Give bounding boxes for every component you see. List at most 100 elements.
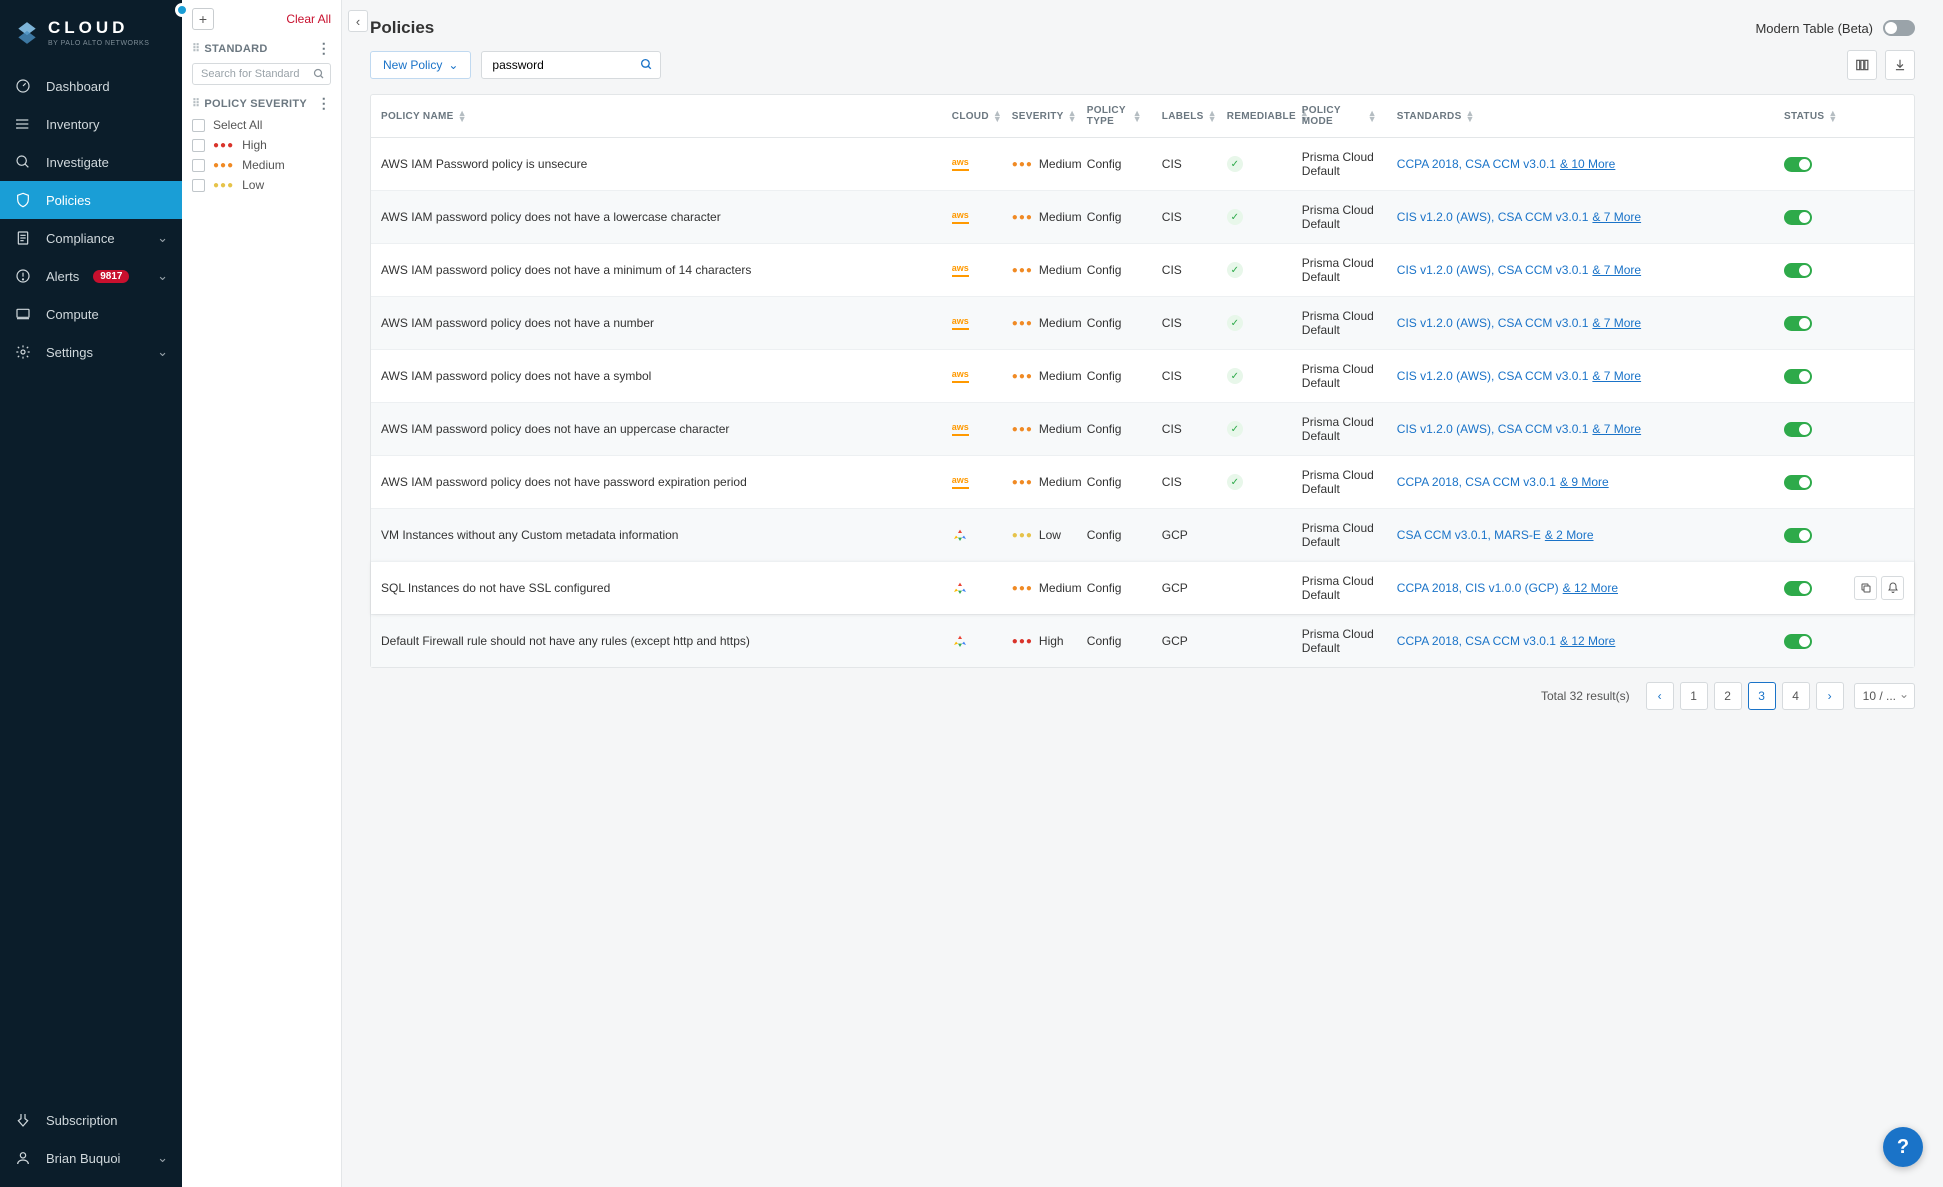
panel-collapse-button[interactable]: ‹ xyxy=(348,10,368,32)
nav-item-investigate[interactable]: Investigate xyxy=(0,143,182,181)
nav-item-subscription[interactable]: Subscription xyxy=(0,1101,182,1139)
modern-table-toggle[interactable] xyxy=(1883,20,1915,36)
status-toggle[interactable] xyxy=(1784,210,1812,225)
nav-item-dashboard[interactable]: Dashboard xyxy=(0,67,182,105)
nav-label: Compliance xyxy=(46,231,115,246)
table-row[interactable]: AWS IAM password policy does not have pa… xyxy=(371,455,1914,508)
search-input[interactable] xyxy=(481,51,661,79)
nav-item-compliance[interactable]: Compliance⌄ xyxy=(0,219,182,257)
help-button[interactable]: ? xyxy=(1883,1127,1923,1167)
nav-item-compute[interactable]: Compute xyxy=(0,295,182,333)
user-icon xyxy=(14,1149,32,1167)
standard-search-input[interactable] xyxy=(192,63,331,85)
col-remediable[interactable]: REMEDIABLE▲▼ xyxy=(1217,105,1292,127)
standard-menu-icon[interactable]: ⋮ xyxy=(317,40,331,57)
col-policy-type[interactable]: POLICY TYPE▲▼ xyxy=(1077,105,1152,127)
cell-status xyxy=(1774,422,1844,437)
more-standards-link[interactable]: & 7 More xyxy=(1592,210,1641,224)
more-standards-link[interactable]: & 7 More xyxy=(1592,422,1641,436)
more-standards-link[interactable]: & 12 More xyxy=(1563,581,1618,595)
cell-name: AWS IAM password policy does not have pa… xyxy=(371,475,942,489)
page-button-4[interactable]: 4 xyxy=(1782,682,1810,710)
cell-mode: Prisma Cloud Default xyxy=(1292,627,1387,655)
severity-check-low[interactable]: ●●●Low xyxy=(192,178,331,192)
page-size-select[interactable]: 10 / ... xyxy=(1854,683,1915,709)
table-row[interactable]: AWS IAM password policy does not have a … xyxy=(371,243,1914,296)
table-row[interactable]: Default Firewall rule should not have an… xyxy=(371,614,1914,667)
add-filter-button[interactable]: + xyxy=(192,8,214,30)
search-icon[interactable] xyxy=(640,58,653,74)
severity-dots-icon: ●●● xyxy=(1012,424,1033,435)
col-severity[interactable]: SEVERITY▲▼ xyxy=(1002,105,1077,127)
status-toggle[interactable] xyxy=(1784,422,1812,437)
severity-menu-icon[interactable]: ⋮ xyxy=(317,95,331,112)
alert-button[interactable] xyxy=(1881,576,1904,600)
table-row[interactable]: VM Instances without any Custom metadata… xyxy=(371,508,1914,561)
status-toggle[interactable] xyxy=(1784,528,1812,543)
status-toggle[interactable] xyxy=(1784,157,1812,172)
col-cloud[interactable]: CLOUD▲▼ xyxy=(942,105,1002,127)
brand-logo[interactable]: CLOUD BY PALO ALTO NETWORKS xyxy=(0,0,182,57)
chevron-down-icon: ⌄ xyxy=(157,268,168,284)
table-row[interactable]: AWS IAM password policy does not have a … xyxy=(371,190,1914,243)
table-row[interactable]: SQL Instances do not have SSL configured… xyxy=(371,561,1914,614)
nav-item-settings[interactable]: Settings⌄ xyxy=(0,333,182,371)
status-toggle[interactable] xyxy=(1784,475,1812,490)
check-icon: ✓ xyxy=(1227,474,1243,490)
col-policy-name[interactable]: POLICY NAME▲▼ xyxy=(371,105,942,127)
sidebar-collapse-dot[interactable] xyxy=(175,3,189,17)
cell-mode: Prisma Cloud Default xyxy=(1292,521,1387,549)
col-standards[interactable]: STANDARDS▲▼ xyxy=(1387,105,1774,127)
dashboard-icon xyxy=(14,77,32,95)
cell-labels: CIS xyxy=(1152,369,1217,383)
cell-severity: ●●●Medium xyxy=(1002,475,1077,489)
more-standards-link[interactable]: & 12 More xyxy=(1560,634,1615,648)
cell-standards: CIS v1.2.0 (AWS), CSA CCM v3.0.1 & 7 Mor… xyxy=(1387,210,1774,224)
col-status[interactable]: STATUS▲▼ xyxy=(1774,105,1844,127)
status-toggle[interactable] xyxy=(1784,263,1812,278)
more-standards-link[interactable]: & 7 More xyxy=(1592,263,1641,277)
page-button-1[interactable]: 1 xyxy=(1680,682,1708,710)
col-labels[interactable]: LABELS▲▼ xyxy=(1152,105,1217,127)
more-standards-link[interactable]: & 7 More xyxy=(1592,369,1641,383)
cell-labels: CIS xyxy=(1152,157,1217,171)
cell-cloud: aws xyxy=(942,157,1002,171)
cell-remediable: ✓ xyxy=(1217,368,1292,384)
nav-item-inventory[interactable]: Inventory xyxy=(0,105,182,143)
download-button[interactable] xyxy=(1885,50,1915,80)
pagination: Total 32 result(s) ‹1234› 10 / ... xyxy=(342,668,1943,724)
page-button-3[interactable]: 3 xyxy=(1748,682,1776,710)
aws-icon: aws xyxy=(952,475,969,489)
table-row[interactable]: AWS IAM password policy does not have a … xyxy=(371,349,1914,402)
cell-name: AWS IAM password policy does not have a … xyxy=(371,210,942,224)
more-standards-link[interactable]: & 7 More xyxy=(1592,316,1641,330)
status-toggle[interactable] xyxy=(1784,634,1812,649)
new-policy-button[interactable]: New Policy ⌄ xyxy=(370,51,471,79)
table-row[interactable]: AWS IAM password policy does not have an… xyxy=(371,402,1914,455)
aws-icon: aws xyxy=(952,422,969,436)
next-page-button[interactable]: › xyxy=(1816,682,1844,710)
severity-check-medium[interactable]: ●●●Medium xyxy=(192,158,331,172)
col-policy-mode[interactable]: POLICY MODE▲▼ xyxy=(1292,105,1387,127)
prev-page-button[interactable]: ‹ xyxy=(1646,682,1674,710)
more-standards-link[interactable]: & 10 More xyxy=(1560,157,1615,171)
nav-item-alerts[interactable]: Alerts9817⌄ xyxy=(0,257,182,295)
clear-all-button[interactable]: Clear All xyxy=(286,12,331,26)
select-all-check[interactable]: Select All xyxy=(192,118,331,132)
status-toggle[interactable] xyxy=(1784,316,1812,331)
more-standards-link[interactable]: & 9 More xyxy=(1560,475,1609,489)
more-standards-link[interactable]: & 2 More xyxy=(1545,528,1594,542)
status-toggle[interactable] xyxy=(1784,581,1812,596)
table-row[interactable]: AWS IAM password policy does not have a … xyxy=(371,296,1914,349)
table-row[interactable]: AWS IAM Password policy is unsecure aws … xyxy=(371,138,1914,190)
cell-status xyxy=(1774,634,1844,649)
cell-mode: Prisma Cloud Default xyxy=(1292,150,1387,178)
status-toggle[interactable] xyxy=(1784,369,1812,384)
check-icon: ✓ xyxy=(1227,368,1243,384)
columns-button[interactable] xyxy=(1847,50,1877,80)
clone-button[interactable] xyxy=(1854,576,1877,600)
severity-check-high[interactable]: ●●●High xyxy=(192,138,331,152)
nav-item-policies[interactable]: Policies xyxy=(0,181,182,219)
nav-item-brian-buquoi[interactable]: Brian Buquoi⌄ xyxy=(0,1139,182,1177)
page-button-2[interactable]: 2 xyxy=(1714,682,1742,710)
